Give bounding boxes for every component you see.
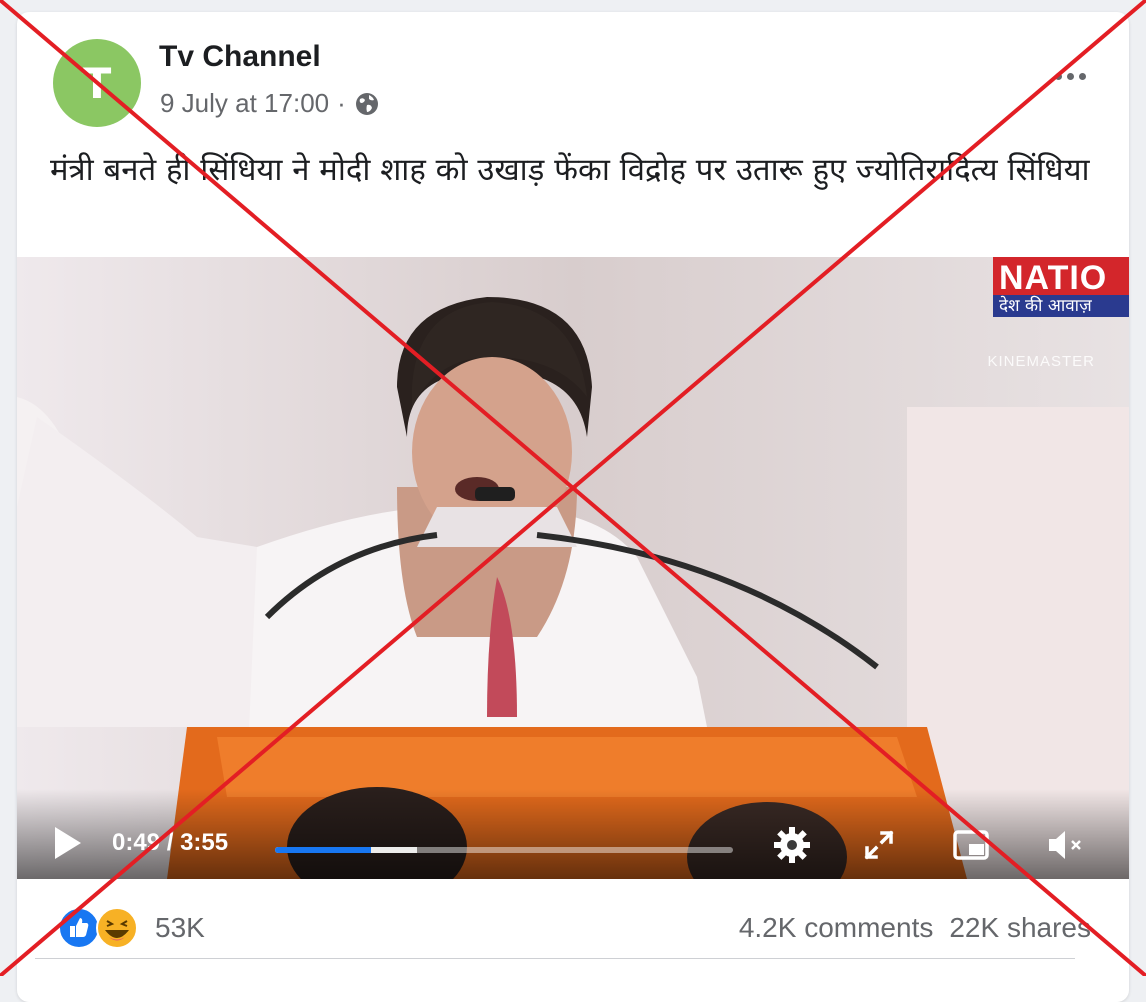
mute-icon[interactable] — [1045, 825, 1085, 865]
post-date[interactable]: 9 July at 17:00 — [160, 88, 329, 119]
post-meta: 9 July at 17:00 · — [160, 88, 380, 119]
shares-count[interactable]: 22K shares — [949, 912, 1091, 944]
progress-bar[interactable] — [275, 847, 733, 853]
haha-reaction-icon — [96, 907, 138, 949]
settings-icon[interactable] — [772, 825, 812, 865]
time-total: 3:55 — [180, 829, 229, 856]
channel-logo-tagline: देश की आवाज़ — [993, 295, 1129, 317]
post-footer: 53K 4.2K comments 22K shares — [17, 892, 1129, 962]
like-reaction-icon — [58, 907, 100, 949]
footer-divider — [35, 958, 1075, 959]
meta-separator: · — [337, 88, 346, 118]
time-separator: / — [160, 829, 181, 856]
progress-played — [275, 847, 372, 853]
more-options-icon[interactable] — [1045, 56, 1095, 96]
video-frame — [17, 257, 1129, 879]
miniplayer-icon[interactable] — [951, 825, 991, 865]
comments-count[interactable]: 4.2K comments — [739, 912, 934, 944]
fullscreen-icon[interactable] — [859, 825, 899, 865]
post-stats: 4.2K comments 22K shares — [739, 912, 1091, 944]
time-current: 0:49 — [112, 829, 161, 856]
post-author[interactable]: Tv Channel — [159, 40, 321, 74]
reaction-count[interactable]: 53K — [155, 912, 205, 944]
globe-icon — [355, 92, 378, 115]
post-caption: मंत्री बनते ही सिंधिया ने मोदी शाह को उख… — [50, 152, 1090, 188]
play-icon[interactable] — [51, 825, 83, 861]
video-time: 0:49 / 3:55 — [112, 829, 228, 857]
avatar[interactable]: T — [53, 39, 141, 127]
video-player[interactable]: NATIO देश की आवाज़ KINEMASTER 0:49 / 3:5… — [17, 257, 1129, 879]
channel-logo: NATIO देश की आवाज़ — [993, 257, 1129, 319]
video-controls: 0:49 / 3:55 — [17, 789, 1129, 879]
post-card: T Tv Channel 9 July at 17:00 · मंत्री बन… — [17, 12, 1129, 1002]
reactions-icons[interactable] — [57, 906, 147, 950]
editor-watermark: KINEMASTER — [987, 353, 1095, 370]
channel-logo-title: NATIO — [993, 257, 1129, 295]
